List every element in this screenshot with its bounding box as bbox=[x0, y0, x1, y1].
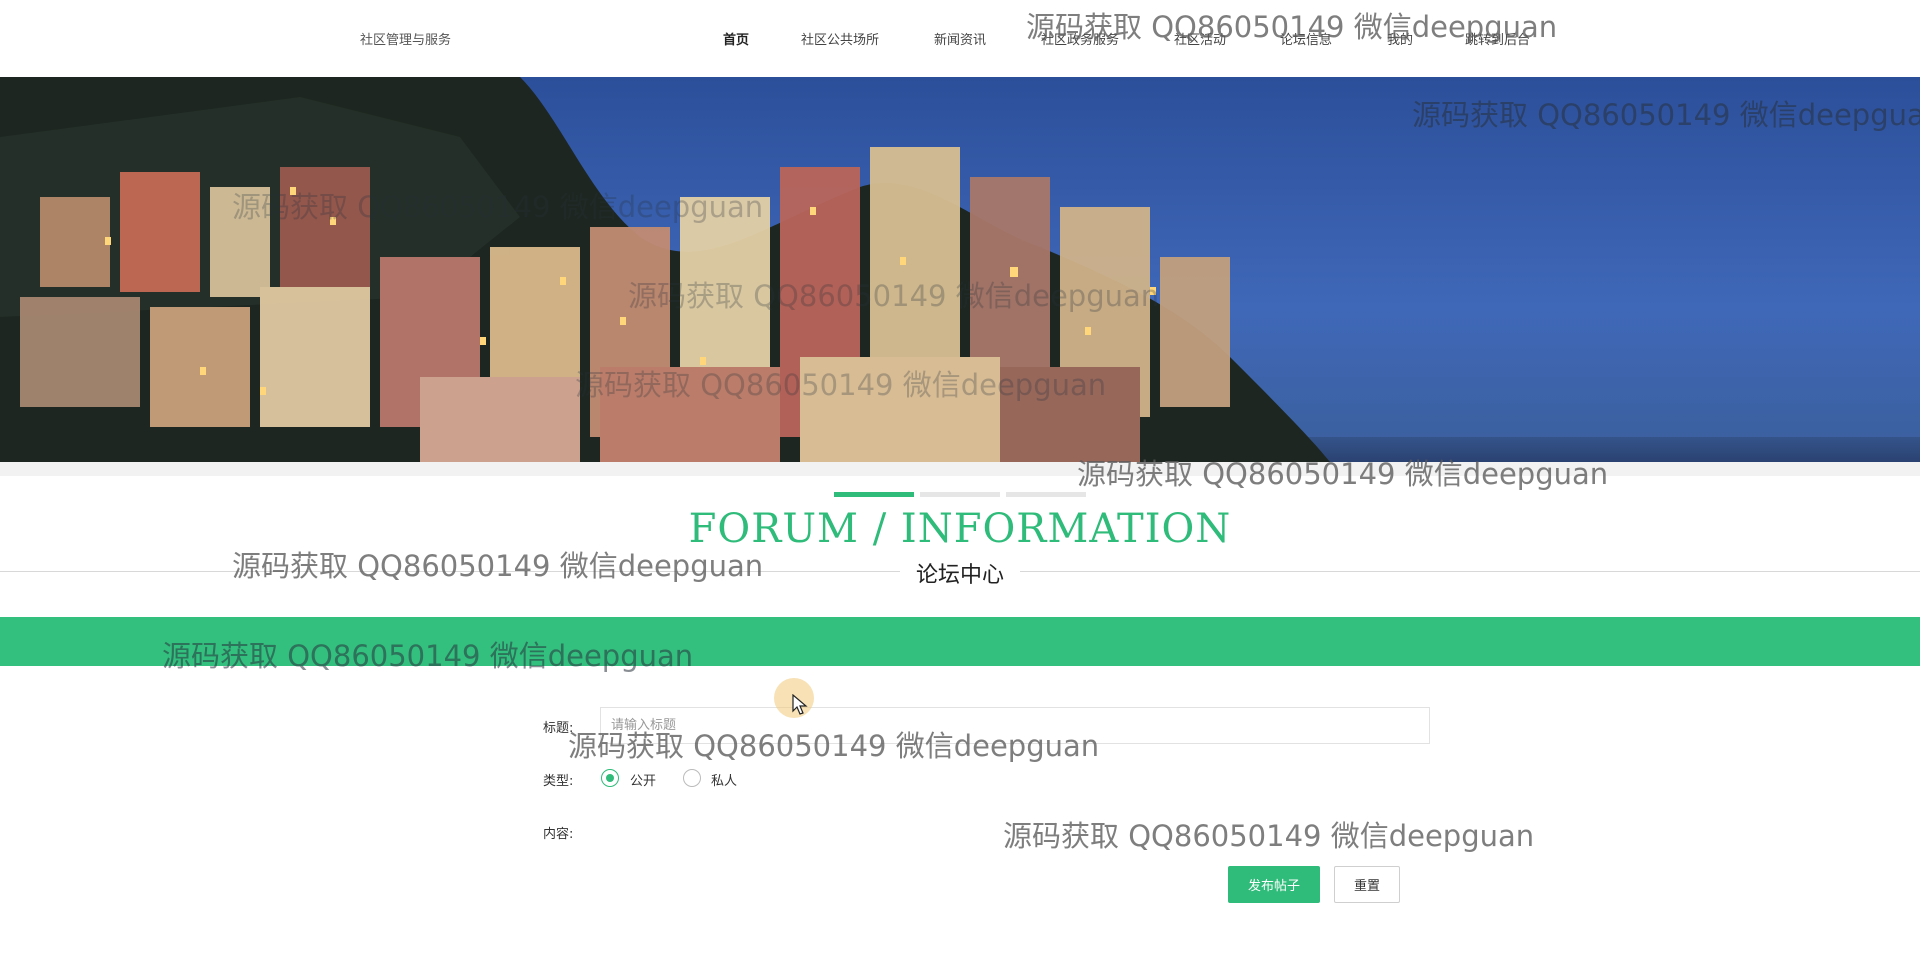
coastal-village-image bbox=[0, 77, 1920, 462]
banner-bottom-strip bbox=[0, 462, 1920, 476]
top-header: 社区管理与服务 首页 社区公共场所 新闻资讯 社区政务服务 社区活动 论坛信息 … bbox=[0, 0, 1920, 77]
section-title-cn: 论坛中心 bbox=[900, 557, 1020, 589]
type-public-label[interactable]: 公开 bbox=[630, 770, 656, 789]
mouse-pointer-icon bbox=[792, 694, 808, 715]
carousel-indicator-1[interactable] bbox=[834, 492, 914, 497]
type-label: 类型: bbox=[543, 774, 574, 789]
hero-banner[interactable] bbox=[0, 77, 1920, 462]
nav-item-mine[interactable]: 我的 bbox=[1387, 29, 1413, 48]
content-label: 内容: bbox=[543, 827, 574, 842]
nav-item-home[interactable]: 首页 bbox=[723, 29, 749, 48]
page: 社区管理与服务 首页 社区公共场所 新闻资讯 社区政务服务 社区活动 论坛信息 … bbox=[0, 0, 1920, 956]
nav-item-forum[interactable]: 论坛信息 bbox=[1280, 29, 1332, 48]
type-private-label[interactable]: 私人 bbox=[711, 770, 737, 789]
watermark: 源码获取 QQ86050149 微信deepguan bbox=[1003, 819, 1535, 853]
green-band bbox=[0, 617, 1920, 666]
type-public-radio[interactable] bbox=[601, 769, 619, 787]
type-private-radio[interactable] bbox=[683, 769, 701, 787]
reset-button[interactable]: 重置 bbox=[1334, 866, 1400, 903]
nav-item-admin[interactable]: 跳转到后台 bbox=[1465, 29, 1530, 48]
main-nav: 首页 社区公共场所 新闻资讯 社区政务服务 社区活动 论坛信息 我的 跳转到后台 bbox=[0, 29, 1920, 49]
carousel-indicator-3[interactable] bbox=[1006, 492, 1086, 497]
nav-item-activities[interactable]: 社区活动 bbox=[1174, 29, 1226, 48]
publish-post-button[interactable]: 发布帖子 bbox=[1228, 866, 1320, 903]
nav-item-news[interactable]: 新闻资讯 bbox=[934, 29, 986, 48]
title-input[interactable] bbox=[600, 707, 1430, 744]
nav-item-public-places[interactable]: 社区公共场所 bbox=[801, 29, 879, 48]
title-label: 标题: bbox=[543, 721, 574, 736]
section-title-en: FORUM / INFORMATION bbox=[688, 506, 1232, 552]
carousel-indicator-2[interactable] bbox=[920, 492, 1000, 497]
nav-item-government-services[interactable]: 社区政务服务 bbox=[1041, 29, 1119, 48]
